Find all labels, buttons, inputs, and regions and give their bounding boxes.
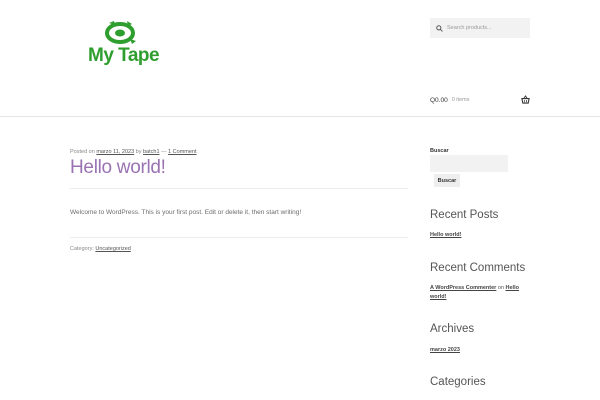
category-label: Category: [70, 246, 94, 252]
header-cart[interactable]: Q0.00 0 items [430, 95, 530, 105]
comment-author-link[interactable]: A WordPress Commenter [430, 285, 496, 291]
sidebar-search-input[interactable] [430, 155, 508, 172]
recent-post-item: Hello world! [430, 232, 461, 238]
post-footer-divider [70, 237, 408, 238]
archive-item: marzo 2023 [430, 347, 460, 353]
comment-on-label: on [497, 285, 504, 291]
post-title-divider [70, 188, 408, 189]
tape-logo-icon [105, 21, 136, 44]
logo-text: My Tape [88, 45, 160, 66]
post-comments-link[interactable]: 1 Comment [168, 149, 196, 155]
posted-on-label: Posted on [70, 149, 95, 155]
archive-link[interactable]: marzo 2023 [430, 347, 460, 353]
header-divider [0, 116, 600, 117]
product-search[interactable] [430, 18, 530, 38]
sidebar-search-button[interactable]: Buscar [434, 174, 460, 187]
archives-title: Archives [430, 323, 475, 335]
post-date-link[interactable]: marzo 11, 2023 [96, 149, 134, 155]
post-title[interactable]: Hello world! [70, 157, 166, 179]
recent-comment-item: A WordPress Commenter on Hello world! [430, 284, 519, 302]
post-category: Category: Uncategorized [70, 246, 131, 252]
categories-title: Categories [430, 376, 486, 388]
site-logo[interactable]: My Tape [86, 19, 160, 71]
recent-posts-title: Recent Posts [430, 209, 499, 221]
sidebar-search-label: Buscar [430, 148, 449, 154]
recent-comments-title: Recent Comments [430, 262, 526, 274]
search-icon [436, 24, 443, 32]
cart-item-count: 0 items [451, 97, 470, 103]
comment-post-link-part1[interactable]: Hello [506, 285, 519, 291]
by-label: by [135, 149, 142, 155]
meta-separator: — [161, 149, 167, 155]
post-author-link[interactable]: batch1 [143, 149, 160, 155]
category-link[interactable]: Uncategorized [95, 246, 130, 252]
cart-amount: Q0.00 [430, 96, 448, 104]
shopping-basket-icon[interactable] [521, 95, 530, 104]
recent-post-link[interactable]: Hello world! [430, 232, 461, 238]
post-meta: Posted on marzo 11, 2023 by batch1 — 1 C… [70, 149, 197, 155]
comment-post-link-part2[interactable]: world! [430, 294, 447, 300]
post-content: Welcome to WordPress. This is your first… [70, 209, 302, 216]
product-search-input[interactable] [447, 25, 527, 31]
